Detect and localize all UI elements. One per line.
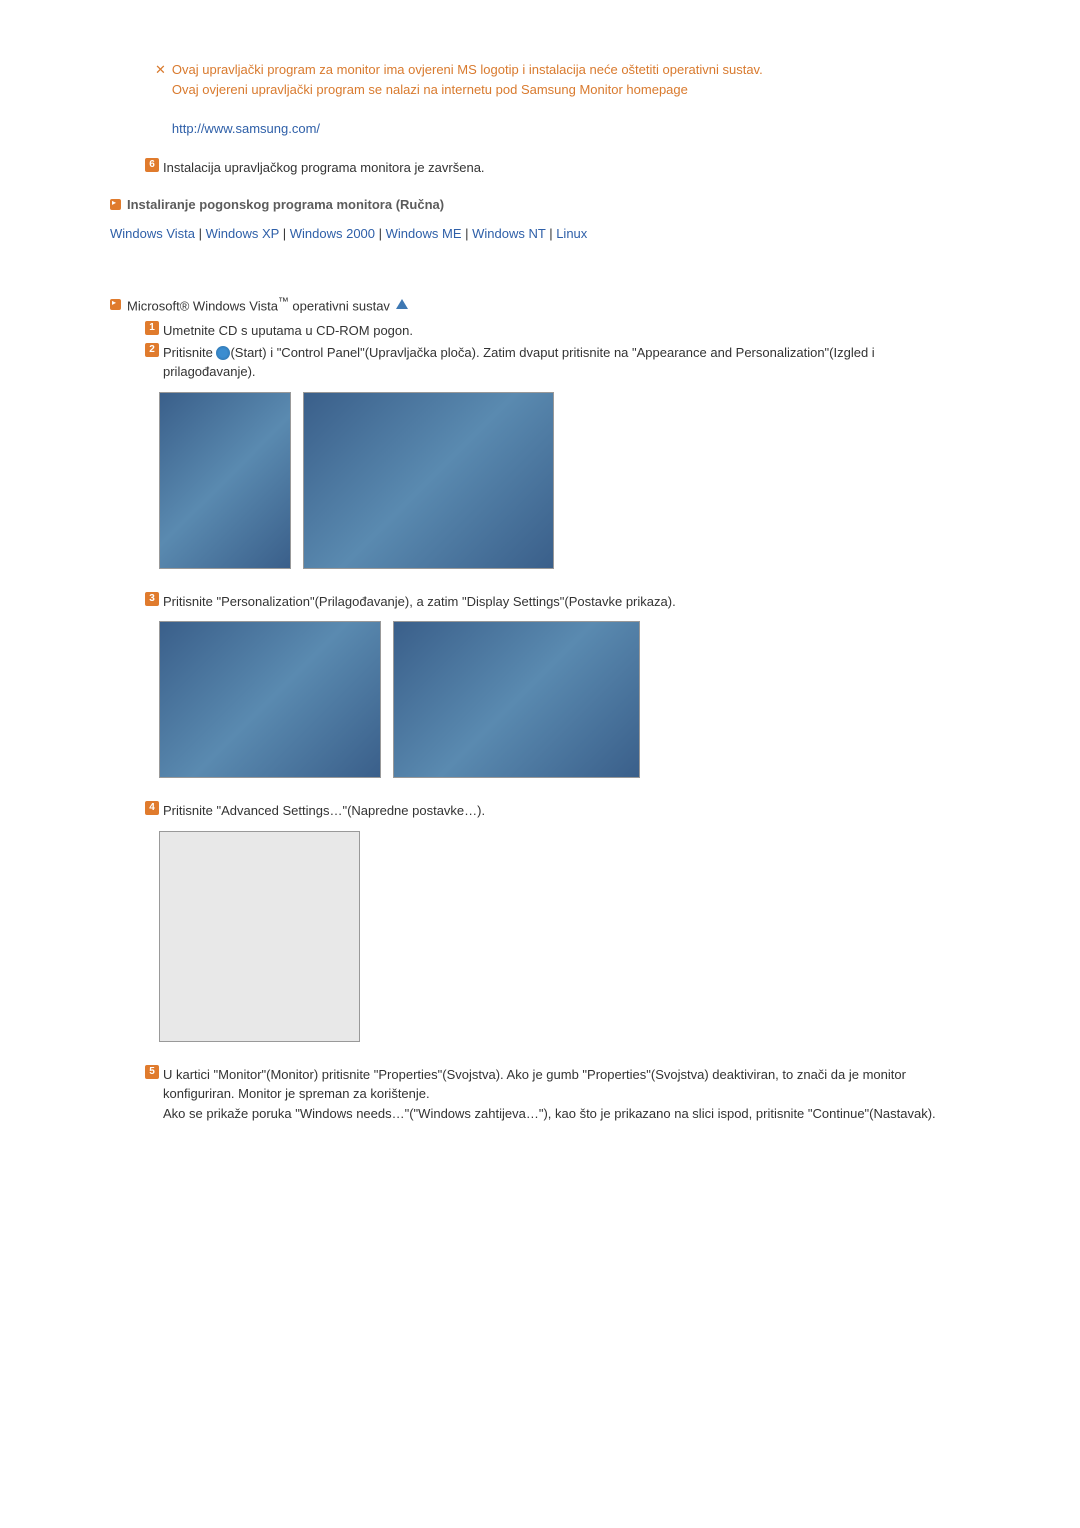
link-me[interactable]: Windows ME <box>386 226 462 241</box>
bullet-icon <box>110 299 121 310</box>
vista-title: Microsoft® Windows Vista™ operativni sus… <box>127 294 390 316</box>
start-menu-screenshot <box>159 392 291 569</box>
homepage-link[interactable]: Samsung Monitor homepage <box>521 82 688 97</box>
samsung-url[interactable]: http://www.samsung.com/ <box>172 121 320 136</box>
link-xp[interactable]: Windows XP <box>206 226 279 241</box>
x-icon: ✕ <box>155 60 166 80</box>
link-2000[interactable]: Windows 2000 <box>290 226 375 241</box>
note-text-2: Ovaj ovjereni upravljački program se nal… <box>172 82 521 97</box>
step-4: 4 Pritisnite "Advanced Settings…"(Napred… <box>145 801 970 821</box>
link-vista[interactable]: Windows Vista <box>110 226 195 241</box>
badge-6-icon: 6 <box>145 158 159 172</box>
bullet-icon <box>110 199 121 210</box>
step-6-complete: 6 Instalacija upravljačkog programa moni… <box>145 158 970 178</box>
step-1: 1 Umetnite CD s uputama u CD-ROM pogon. <box>145 321 970 341</box>
step-3: 3 Pritisnite "Personalization"(Prilagođa… <box>145 592 970 612</box>
screenshot-row-3 <box>155 823 970 1065</box>
badge-5-icon: 5 <box>145 1065 159 1079</box>
personalization-screenshot <box>159 621 381 778</box>
badge-1-icon: 1 <box>145 321 159 335</box>
note-text-1: Ovaj upravljački program za monitor ima … <box>172 62 763 77</box>
display-settings-list-screenshot <box>393 621 640 778</box>
os-link-row: Windows Vista | Windows XP | Windows 200… <box>110 224 970 244</box>
display-settings-dialog-screenshot <box>159 831 360 1042</box>
step6-text: Instalacija upravljačkog programa monito… <box>163 158 970 178</box>
start-icon <box>216 346 230 360</box>
step1-text: Umetnite CD s uputama u CD-ROM pogon. <box>163 321 970 341</box>
step-2: 2 Pritisnite (Start) i "Control Panel"(U… <box>145 343 970 382</box>
link-nt[interactable]: Windows NT <box>472 226 545 241</box>
manual-install-heading: Instaliranje pogonskog programa monitora… <box>110 195 970 215</box>
vista-section-title: Microsoft® Windows Vista™ operativni sus… <box>110 294 970 316</box>
step-5: 5 U kartici "Monitor"(Monitor) pritisnit… <box>145 1065 970 1124</box>
link-linux[interactable]: Linux <box>556 226 587 241</box>
driver-note: ✕ Ovaj upravljački program za monitor im… <box>155 60 970 138</box>
control-panel-screenshot <box>303 392 554 569</box>
screenshot-row-2 <box>155 613 970 801</box>
step5-text: U kartici "Monitor"(Monitor) pritisnite … <box>163 1065 970 1124</box>
badge-4-icon: 4 <box>145 801 159 815</box>
badge-3-icon: 3 <box>145 592 159 606</box>
badge-2-icon: 2 <box>145 343 159 357</box>
up-triangle-icon[interactable] <box>396 299 408 309</box>
screenshot-row-1 <box>155 384 970 592</box>
step3-text: Pritisnite "Personalization"(Prilagođava… <box>163 592 970 612</box>
step2-text: Pritisnite (Start) i "Control Panel"(Upr… <box>163 343 970 382</box>
step4-text: Pritisnite "Advanced Settings…"(Napredne… <box>163 801 970 821</box>
heading-text: Instaliranje pogonskog programa monitora… <box>127 195 444 215</box>
